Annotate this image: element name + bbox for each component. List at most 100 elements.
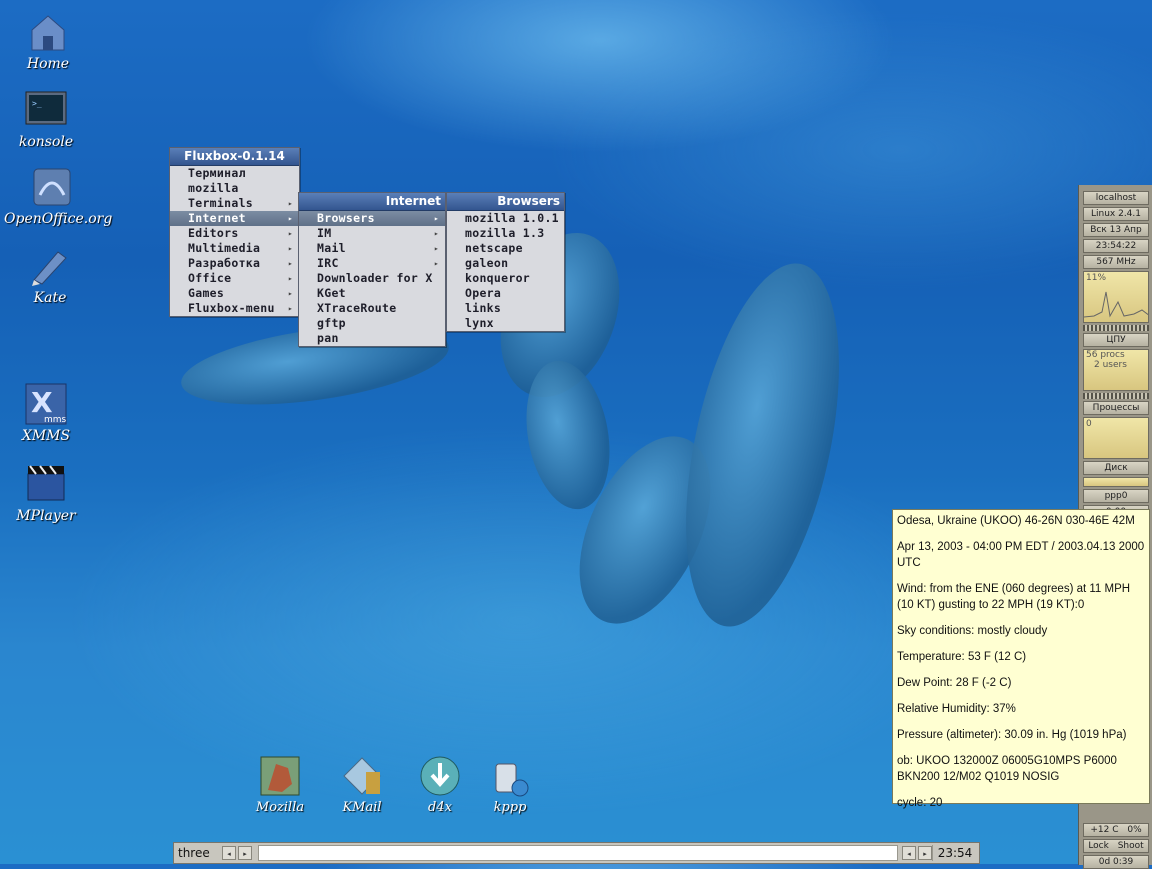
- menu-item-office[interactable]: Office ▸: [170, 271, 299, 286]
- submenu-arrow-icon: ▸: [287, 199, 293, 208]
- workspace-next-button[interactable]: ▸: [238, 846, 252, 860]
- gk-disk-chart-label: 0: [1086, 419, 1092, 429]
- window-prev-button[interactable]: ◂: [902, 846, 916, 860]
- submenu-arrow-icon: ▸: [433, 244, 439, 253]
- menu-item-development[interactable]: Разработка ▸: [170, 256, 299, 271]
- submenu-arrow-icon: ▸: [433, 229, 439, 238]
- weather-date: Apr 13, 2003 - 04:00 PM EDT / 2003.04.13…: [897, 541, 1145, 569]
- menu-item-irc[interactable]: IRC ▸: [299, 256, 445, 271]
- gk-proc-label[interactable]: Процессы: [1083, 401, 1149, 415]
- menu-item-opera[interactable]: Opera: [447, 286, 564, 301]
- menu-item-internet[interactable]: Internet ▸: [170, 211, 299, 226]
- window-next-button[interactable]: ▸: [918, 846, 932, 860]
- menu-item-xtraceroute[interactable]: XTraceRoute: [299, 301, 445, 316]
- menu-item-label: Browsers: [317, 211, 375, 225]
- weather-wind: Wind: from the ENE (060 degrees) at 11 M…: [897, 583, 1131, 611]
- window-list[interactable]: [258, 845, 898, 861]
- weather-pressure: Pressure (altimeter): 30.09 in. Hg (1019…: [897, 729, 1127, 741]
- mozilla-icon: [258, 754, 302, 798]
- menu-item-label: Internet: [188, 211, 246, 225]
- gk-time: 23:54:22: [1083, 239, 1149, 253]
- menu-item-fluxbox-menu[interactable]: Fluxbox-menu ▸: [170, 301, 299, 316]
- weather-sky: Sky conditions: mostly cloudy: [897, 625, 1048, 637]
- menu-item-terminals[interactable]: Terminals ▸: [170, 196, 299, 211]
- kmail-icon: [340, 754, 384, 798]
- desktop-icon-mplayer[interactable]: MPlayer: [0, 462, 94, 524]
- desktop-icon-konsole[interactable]: >_ konsole: [0, 88, 94, 150]
- download-icon: [418, 754, 462, 798]
- gk-hostname: localhost: [1083, 191, 1149, 205]
- root-menu-title: Fluxbox-0.1.14: [170, 148, 299, 166]
- menu-item-downloader[interactable]: Downloader for X: [299, 271, 445, 286]
- workspace-name[interactable]: three: [176, 845, 222, 861]
- submenu-arrow-icon: ▸: [287, 304, 293, 313]
- submenu-arrow-icon: ▸: [287, 214, 293, 223]
- menu-item-gftp[interactable]: gftp: [299, 316, 445, 331]
- menu-item-label: Mail: [317, 241, 346, 255]
- weather-tooltip: Odesa, Ukraine (UKOO) 46-26N 030-46E 42M…: [892, 509, 1150, 809]
- gk-proc-chart[interactable]: 56 procs 2 users: [1083, 349, 1149, 391]
- menu-item-netscape[interactable]: netscape: [447, 241, 564, 256]
- menu-item-browsers[interactable]: Browsers ▸: [299, 211, 445, 226]
- menu-item-mozilla-13[interactable]: mozilla 1.3: [447, 226, 564, 241]
- gk-net-chart[interactable]: [1083, 477, 1149, 487]
- weather-cycle: cycle: 20: [897, 797, 943, 809]
- menu-item-links[interactable]: links: [447, 301, 564, 316]
- browsers-menu-title: Browsers: [447, 193, 564, 211]
- dock-icon-kmail[interactable]: KMail: [322, 754, 402, 815]
- desktop-icon-label: MPlayer: [16, 508, 76, 524]
- internet-menu-title: Internet: [299, 193, 445, 211]
- menu-item-mail[interactable]: Mail ▸: [299, 241, 445, 256]
- menu-item-games[interactable]: Games ▸: [170, 286, 299, 301]
- submenu-arrow-icon: ▸: [287, 244, 293, 253]
- terminal-icon: >_: [24, 88, 68, 132]
- menu-item-label: Fluxbox-menu: [188, 301, 275, 315]
- menu-item-mozilla[interactable]: mozilla: [170, 181, 299, 196]
- dock-icon-d4x[interactable]: d4x: [400, 754, 480, 815]
- menu-item-label: Office: [188, 271, 232, 285]
- weather-dew-point: Dew Point: 28 F (-2 C): [897, 677, 1012, 689]
- internet-submenu: Internet Browsers ▸ IM ▸ Mail ▸ IRC ▸ Downlo…: [298, 192, 446, 347]
- menu-item-multimedia[interactable]: Multimedia ▸: [170, 241, 299, 256]
- weather-temperature: Temperature: 53 F (12 C): [897, 651, 1027, 663]
- menu-item-kget[interactable]: KGet: [299, 286, 445, 301]
- fluxbox-root-menu: Fluxbox-0.1.14 Терминал mozilla Terminal…: [169, 147, 300, 317]
- menu-item-lynx[interactable]: lynx: [447, 316, 564, 331]
- workspace-prev-button[interactable]: ◂: [222, 846, 236, 860]
- desktop-icon-label: konsole: [18, 134, 74, 150]
- gk-lock-button[interactable]: Lock: [1088, 841, 1109, 851]
- menu-item-pan[interactable]: pan: [299, 331, 445, 346]
- desktop-icon-label: XMMS: [21, 428, 71, 444]
- desktop-icon-openoffice[interactable]: OpenOffice.org: [4, 165, 112, 227]
- dock-icon-kppp[interactable]: kppp: [470, 754, 550, 815]
- submenu-arrow-icon: ▸: [287, 229, 293, 238]
- gk-disk-label[interactable]: Диск: [1083, 461, 1149, 475]
- menu-item-terminal[interactable]: Терминал: [170, 166, 299, 181]
- desktop-icon-kate[interactable]: Kate: [2, 244, 98, 306]
- gk-proc-krell: [1083, 393, 1149, 399]
- gk-uptime: 0d 0:39: [1083, 855, 1149, 869]
- desktop-icon-home[interactable]: Home: [0, 10, 96, 72]
- menu-item-mozilla-101[interactable]: mozilla 1.0.1: [447, 211, 564, 226]
- menu-item-galeon[interactable]: galeon: [447, 256, 564, 271]
- menu-item-im[interactable]: IM ▸: [299, 226, 445, 241]
- gk-net-label[interactable]: ppp0: [1083, 489, 1149, 503]
- gk-cpu-label[interactable]: ЦПУ: [1083, 333, 1149, 347]
- taskbar-clock: 23:54: [932, 845, 977, 861]
- mplayer-icon: [24, 462, 68, 506]
- menu-item-label: Terminals: [188, 196, 254, 210]
- gk-proc-line2: 2 users: [1094, 360, 1127, 370]
- gk-cpu-chart[interactable]: 11%: [1083, 271, 1149, 323]
- gk-temp: +12 C: [1090, 825, 1119, 835]
- gk-disk-chart[interactable]: 0: [1083, 417, 1149, 459]
- dock-icon-mozilla[interactable]: Mozilla: [240, 754, 320, 815]
- submenu-arrow-icon: ▸: [287, 259, 293, 268]
- menu-item-label: Разработка: [188, 256, 261, 270]
- gk-lock-shoot: Lock Shoot: [1083, 839, 1149, 853]
- desktop-icon-xmms[interactable]: Xmms XMMS: [0, 382, 94, 444]
- svg-text:>_: >_: [32, 99, 42, 108]
- menu-item-editors[interactable]: Editors ▸: [170, 226, 299, 241]
- cpu-graph-icon: [1084, 291, 1148, 318]
- menu-item-konqueror[interactable]: konqueror: [447, 271, 564, 286]
- gk-shoot-button[interactable]: Shoot: [1118, 841, 1144, 851]
